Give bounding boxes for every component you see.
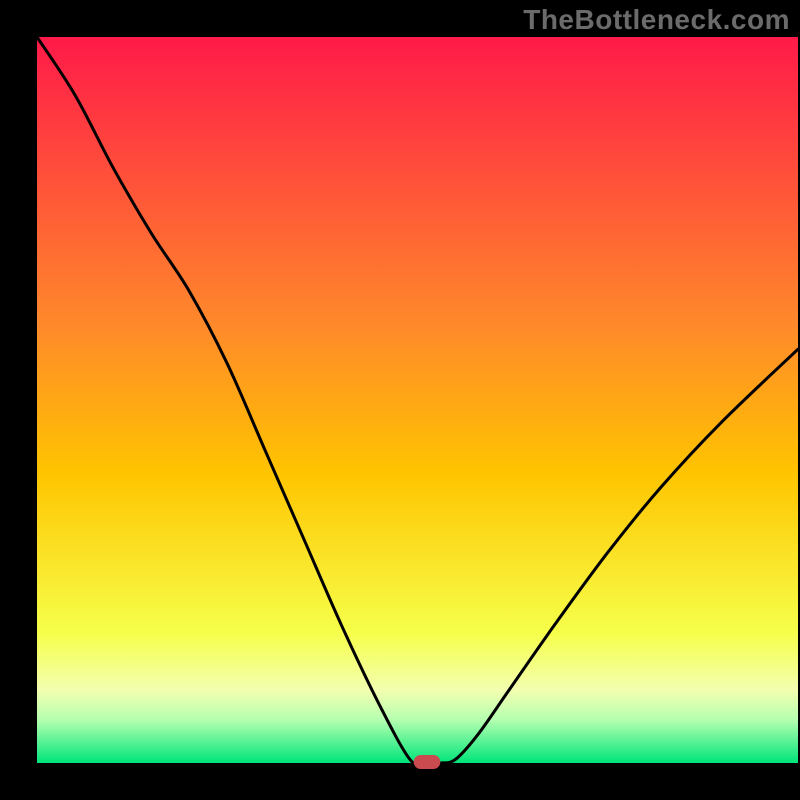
plot-background [37,37,798,763]
chart-svg [0,0,800,800]
min-marker [414,755,441,769]
watermark: TheBottleneck.com [523,4,790,36]
chart-frame: TheBottleneck.com [0,0,800,800]
